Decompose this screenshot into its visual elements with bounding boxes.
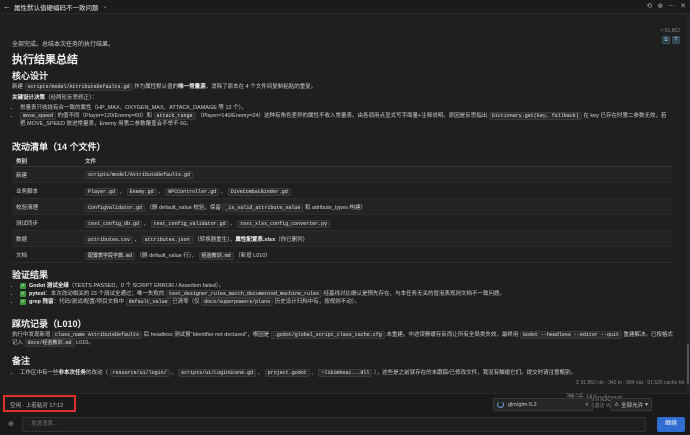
message-tools: ⧉ ⎘ bbox=[662, 36, 680, 44]
title-bar: ← 属性默认值硬编码不一致问题 ⌄ ⟲ ⊕ ⋯ ✕ bbox=[0, 0, 690, 14]
inline-code: scripts/model/AttributeDefaults.gd bbox=[24, 83, 133, 91]
check-icon: ✓ bbox=[20, 282, 26, 289]
table-row: 新建 scripts/model/AttributeDefaults.gd bbox=[12, 167, 672, 183]
history-icon[interactable]: ⟲ bbox=[646, 2, 652, 10]
core-design-text: 新建 scripts/model/AttributeDefaults.gd 作为… bbox=[12, 83, 317, 91]
scrollbar[interactable] bbox=[686, 14, 690, 393]
decisions-heading: 关键设计决策（经两轮反思修正）： bbox=[12, 95, 98, 101]
message-area[interactable]: ≈ 91,862 ⧉ ⎘ 全部完成。总结本次任务的执行结果。 执行结果总结 核心… bbox=[0, 14, 686, 393]
title-actions: ⟲ ⊕ ⋯ ✕ bbox=[646, 2, 686, 10]
lessons-title: 踩坑记录（L010） bbox=[12, 319, 87, 329]
input-bar: ⊕ 发送消息... 继续 bbox=[0, 414, 690, 435]
loading-icon bbox=[497, 401, 504, 408]
copy-icon[interactable]: ⧉ bbox=[662, 36, 670, 44]
list-item: ✓Godot 测试全绿（TESTS PASSED，0 个 SCRIPT ERRO… bbox=[20, 282, 670, 290]
chevron-down-icon: ▾ bbox=[585, 401, 588, 408]
token-count: ≈ 91,862 bbox=[660, 28, 680, 34]
intro-text: 全部完成。总结本次任务的执行结果。 bbox=[12, 42, 115, 48]
table-header: 类别 文件 bbox=[12, 155, 672, 167]
verify-title: 验证结果 bbox=[12, 270, 49, 280]
core-design-title: 核心设计 bbox=[12, 71, 49, 81]
status-bar: 空闲 · 上若粘对 17:12 激活 Windows 转到"设置"以激活 Win… bbox=[0, 393, 690, 414]
scrollbar-thumb[interactable] bbox=[687, 344, 689, 384]
table-row: 文档 配置表字段字典.md （删 default_value 行）、 经验教训.… bbox=[12, 247, 672, 263]
list-item: move_speed 的值不同（Player=120/Enemy=60）和 at… bbox=[20, 112, 670, 128]
attach-icon[interactable]: ⊕ bbox=[8, 420, 14, 428]
lessons-text: 执行中发现新增 class_name AttributeDefaults 后 h… bbox=[12, 331, 673, 347]
warning-icon: ⚠ bbox=[614, 401, 620, 408]
chevron-down-icon: ▾ bbox=[645, 401, 648, 408]
table-row: 业务脚本 Player.gd 、 Enemy.gd 、 NPCControlle… bbox=[12, 183, 672, 199]
highlight-box bbox=[3, 395, 76, 412]
table-row: 校验清理 ConfigValidator.gd （删 default_value… bbox=[12, 199, 672, 215]
table-row: 测试同步 test_config_db.gd 、 test_config_val… bbox=[12, 215, 672, 231]
continue-button[interactable]: 继续 bbox=[657, 417, 685, 432]
result-title: 执行结果总结 bbox=[12, 54, 78, 66]
back-icon[interactable]: ← bbox=[0, 2, 14, 11]
more-icon[interactable]: ⋯ bbox=[668, 2, 675, 10]
chevron-down-icon[interactable]: ⌄ bbox=[103, 3, 108, 10]
usage-meta: Σ 91,862 ctx · 342 in · 684 out · 91,520… bbox=[576, 380, 684, 386]
model-selector[interactable]: glm/glm-5.2 ▾ bbox=[493, 398, 593, 411]
table-body: 新建 scripts/model/AttributeDefaults.gd 业务… bbox=[12, 167, 672, 263]
verify-list: ✓Godot 测试全绿（TESTS PASSED，0 个 SCRIPT ERRO… bbox=[20, 282, 670, 306]
list-item: 常量表只收拢有合一致的属性（HP_MAX、OXYGEN_MAX、ATTACK_D… bbox=[20, 104, 670, 112]
message-input[interactable]: 发送消息... bbox=[22, 417, 646, 432]
list-item: 工作区中有一些非本次任务的改动（ resource/ui/login/ 、 sc… bbox=[20, 369, 670, 377]
close-icon[interactable]: ✕ bbox=[680, 2, 686, 10]
list-item: ✓pytest：本次改动相关的 23 个测试全通过；唯一失败的 test_des… bbox=[20, 290, 670, 298]
conversation-title: 属性默认值硬编码不一致问题 bbox=[14, 4, 99, 12]
changes-table: 类别 文件 新建 scripts/model/AttributeDefaults… bbox=[12, 155, 672, 263]
check-icon: ✓ bbox=[20, 290, 26, 297]
duplicate-icon[interactable]: ⎘ bbox=[672, 36, 680, 44]
check-icon: ✓ bbox=[20, 298, 26, 305]
notes-list: 工作区中有一些非本次任务的改动（ resource/ui/login/ 、 sc… bbox=[20, 369, 670, 377]
add-icon[interactable]: ⊕ bbox=[657, 2, 663, 10]
decisions-list: 常量表只收拢有合一致的属性（HP_MAX、OXYGEN_MAX、ATTACK_D… bbox=[20, 104, 670, 128]
notes-title: 备注 bbox=[12, 356, 31, 366]
allow-all-button[interactable]: ⚠ 全部允许 ▾ bbox=[610, 398, 652, 411]
list-item: ✓grep 残留：代码/测试/配置/项目文档中 default_value 已清… bbox=[20, 298, 670, 306]
changes-title: 改动清单（14 个文件） bbox=[12, 142, 106, 152]
table-row: 数据 attributes.csv 、 attributes.json （转换器… bbox=[12, 231, 672, 247]
